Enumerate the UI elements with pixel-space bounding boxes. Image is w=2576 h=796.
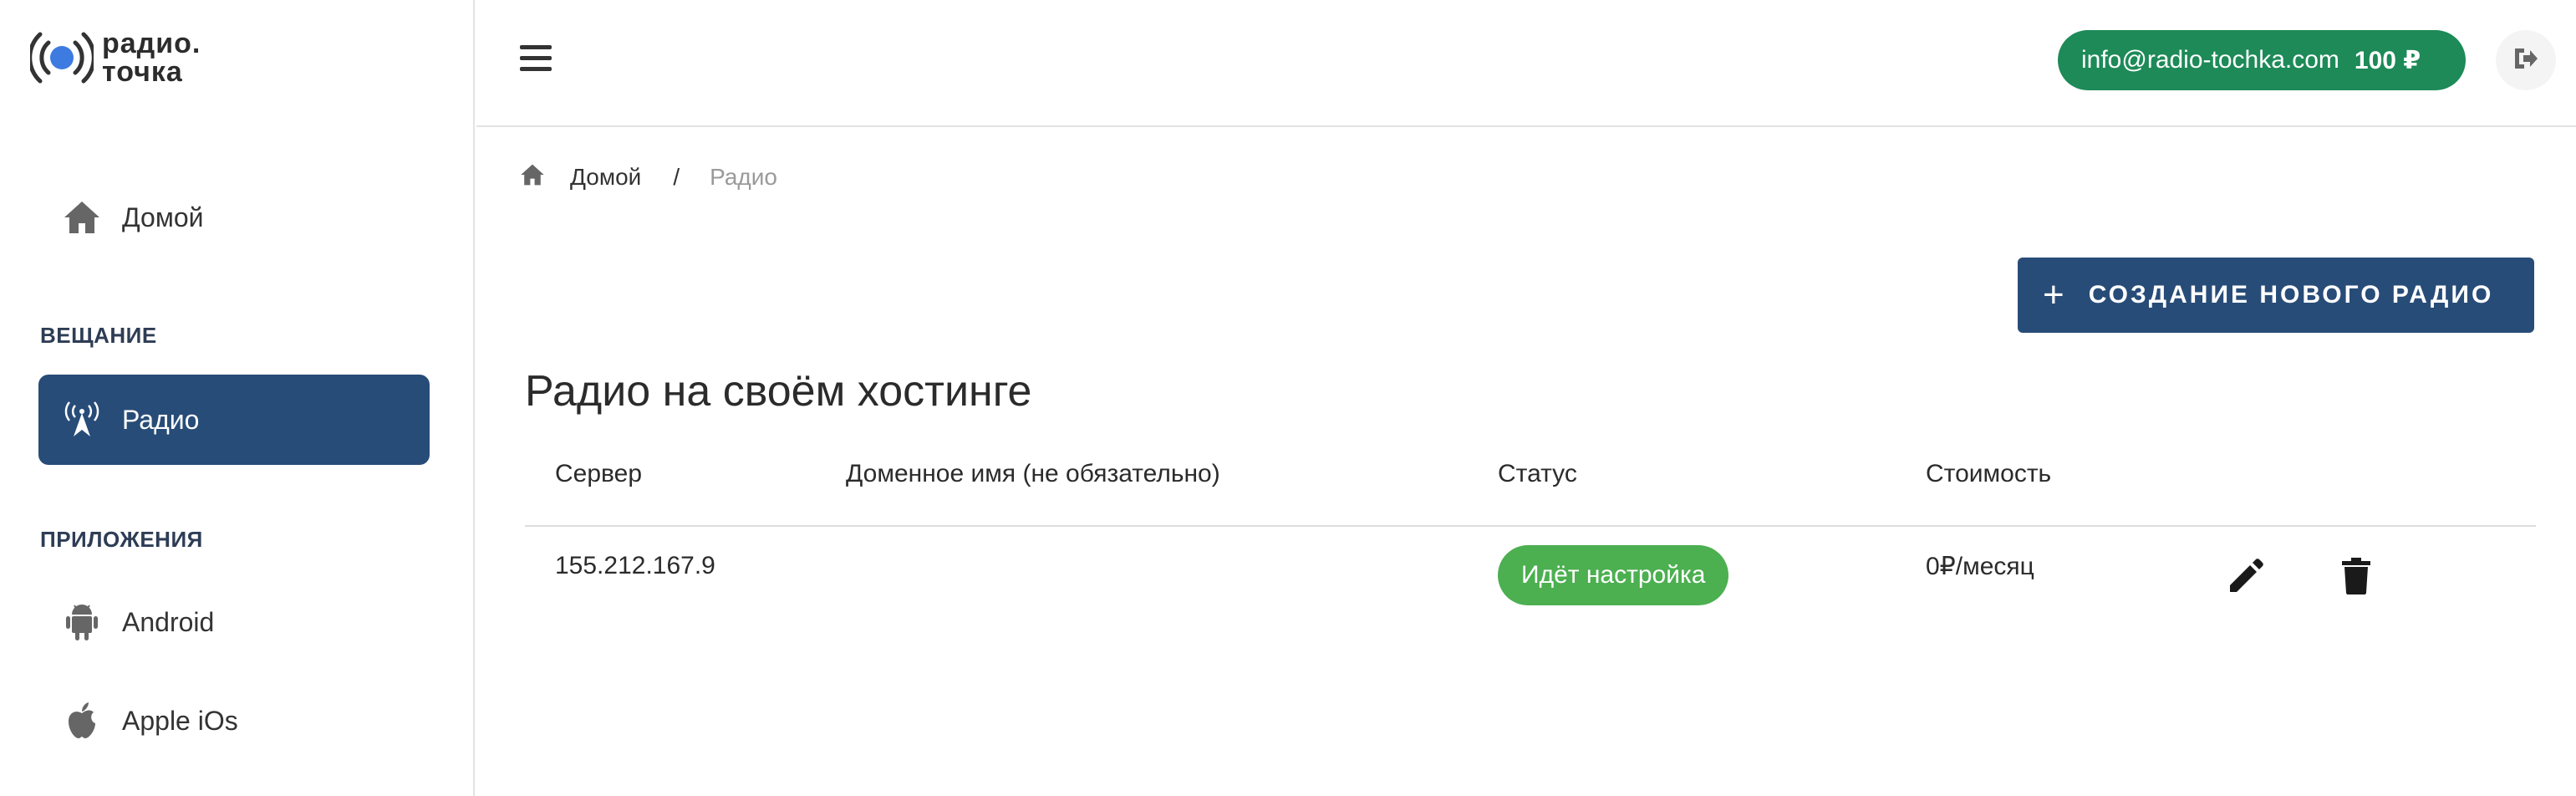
- table-header: Сервер Доменное имя (не обязательно) Ста…: [525, 446, 2536, 527]
- account-email: info@radio-tochka.com: [2081, 46, 2339, 74]
- sidebar: радио. точка Домой ВЕЩАНИЕ Радио ПРИЛОЖЕ…: [0, 0, 475, 796]
- breadcrumb-separator: /: [673, 164, 680, 190]
- delete-icon[interactable]: [2335, 555, 2377, 597]
- home-icon: [38, 200, 122, 235]
- sidebar-item-label: Домой: [122, 202, 204, 232]
- hamburger-icon[interactable]: [520, 45, 553, 75]
- create-radio-label: СОЗДАНИЕ НОВОГО РАДИО: [2088, 281, 2494, 309]
- section-heading-apps: ПРИЛОЖЕНИЯ: [40, 527, 203, 552]
- account-pill[interactable]: info@radio-tochka.com 100 ₽: [2058, 30, 2466, 90]
- column-header-status: Статус: [1498, 460, 1577, 487]
- page-title: Радио на своём хостинге: [525, 367, 1032, 416]
- account-balance: 100 ₽: [2354, 46, 2421, 74]
- plus-icon: +: [2043, 274, 2067, 315]
- logo[interactable]: радио. точка: [28, 27, 201, 89]
- logo-line-1: радио.: [102, 28, 201, 59]
- radio-logo-icon: [28, 27, 96, 89]
- table-row: 155.212.167.9 Идёт настройка 0₽/месяц: [525, 527, 2536, 625]
- edit-icon[interactable]: [2225, 555, 2267, 597]
- android-icon: [38, 603, 122, 641]
- column-header-domain: Доменное имя (не обязательно): [846, 460, 1220, 487]
- logout-button[interactable]: [2496, 30, 2556, 90]
- antenna-icon: [38, 401, 122, 438]
- logo-line-2: точка: [102, 56, 183, 88]
- home-icon[interactable]: [520, 163, 545, 192]
- create-radio-button[interactable]: + СОЗДАНИЕ НОВОГО РАДИО: [2018, 258, 2534, 333]
- breadcrumb: Домой / Радио: [520, 161, 777, 194]
- status-badge: Идёт настройка: [1498, 545, 1729, 605]
- sidebar-item-ios[interactable]: Apple iOs: [38, 676, 430, 766]
- breadcrumb-current: Радио: [710, 164, 777, 190]
- section-heading-broadcast: ВЕЩАНИЕ: [40, 323, 157, 348]
- sidebar-item-label: Радио: [122, 404, 200, 435]
- sidebar-item-radio[interactable]: Радио: [38, 375, 430, 465]
- apple-icon: [38, 702, 122, 740]
- sidebar-item-android[interactable]: Android: [38, 577, 430, 667]
- cell-server: 155.212.167.9: [555, 552, 715, 579]
- sidebar-item-label: Apple iOs: [122, 705, 238, 736]
- sidebar-item-home[interactable]: Домой: [38, 172, 430, 263]
- topbar: info@radio-tochka.com 100 ₽: [476, 0, 2576, 127]
- sidebar-item-label: Android: [122, 606, 215, 637]
- logo-text: радио. точка: [102, 29, 201, 86]
- column-header-server: Сервер: [555, 460, 643, 487]
- radio-table: Сервер Доменное имя (не обязательно) Ста…: [525, 446, 2536, 625]
- logout-icon: [2513, 47, 2538, 74]
- breadcrumb-home-link[interactable]: Домой: [570, 164, 641, 191]
- column-header-cost: Стоимость: [1926, 460, 2052, 487]
- cell-cost: 0₽/месяц: [1926, 553, 2034, 580]
